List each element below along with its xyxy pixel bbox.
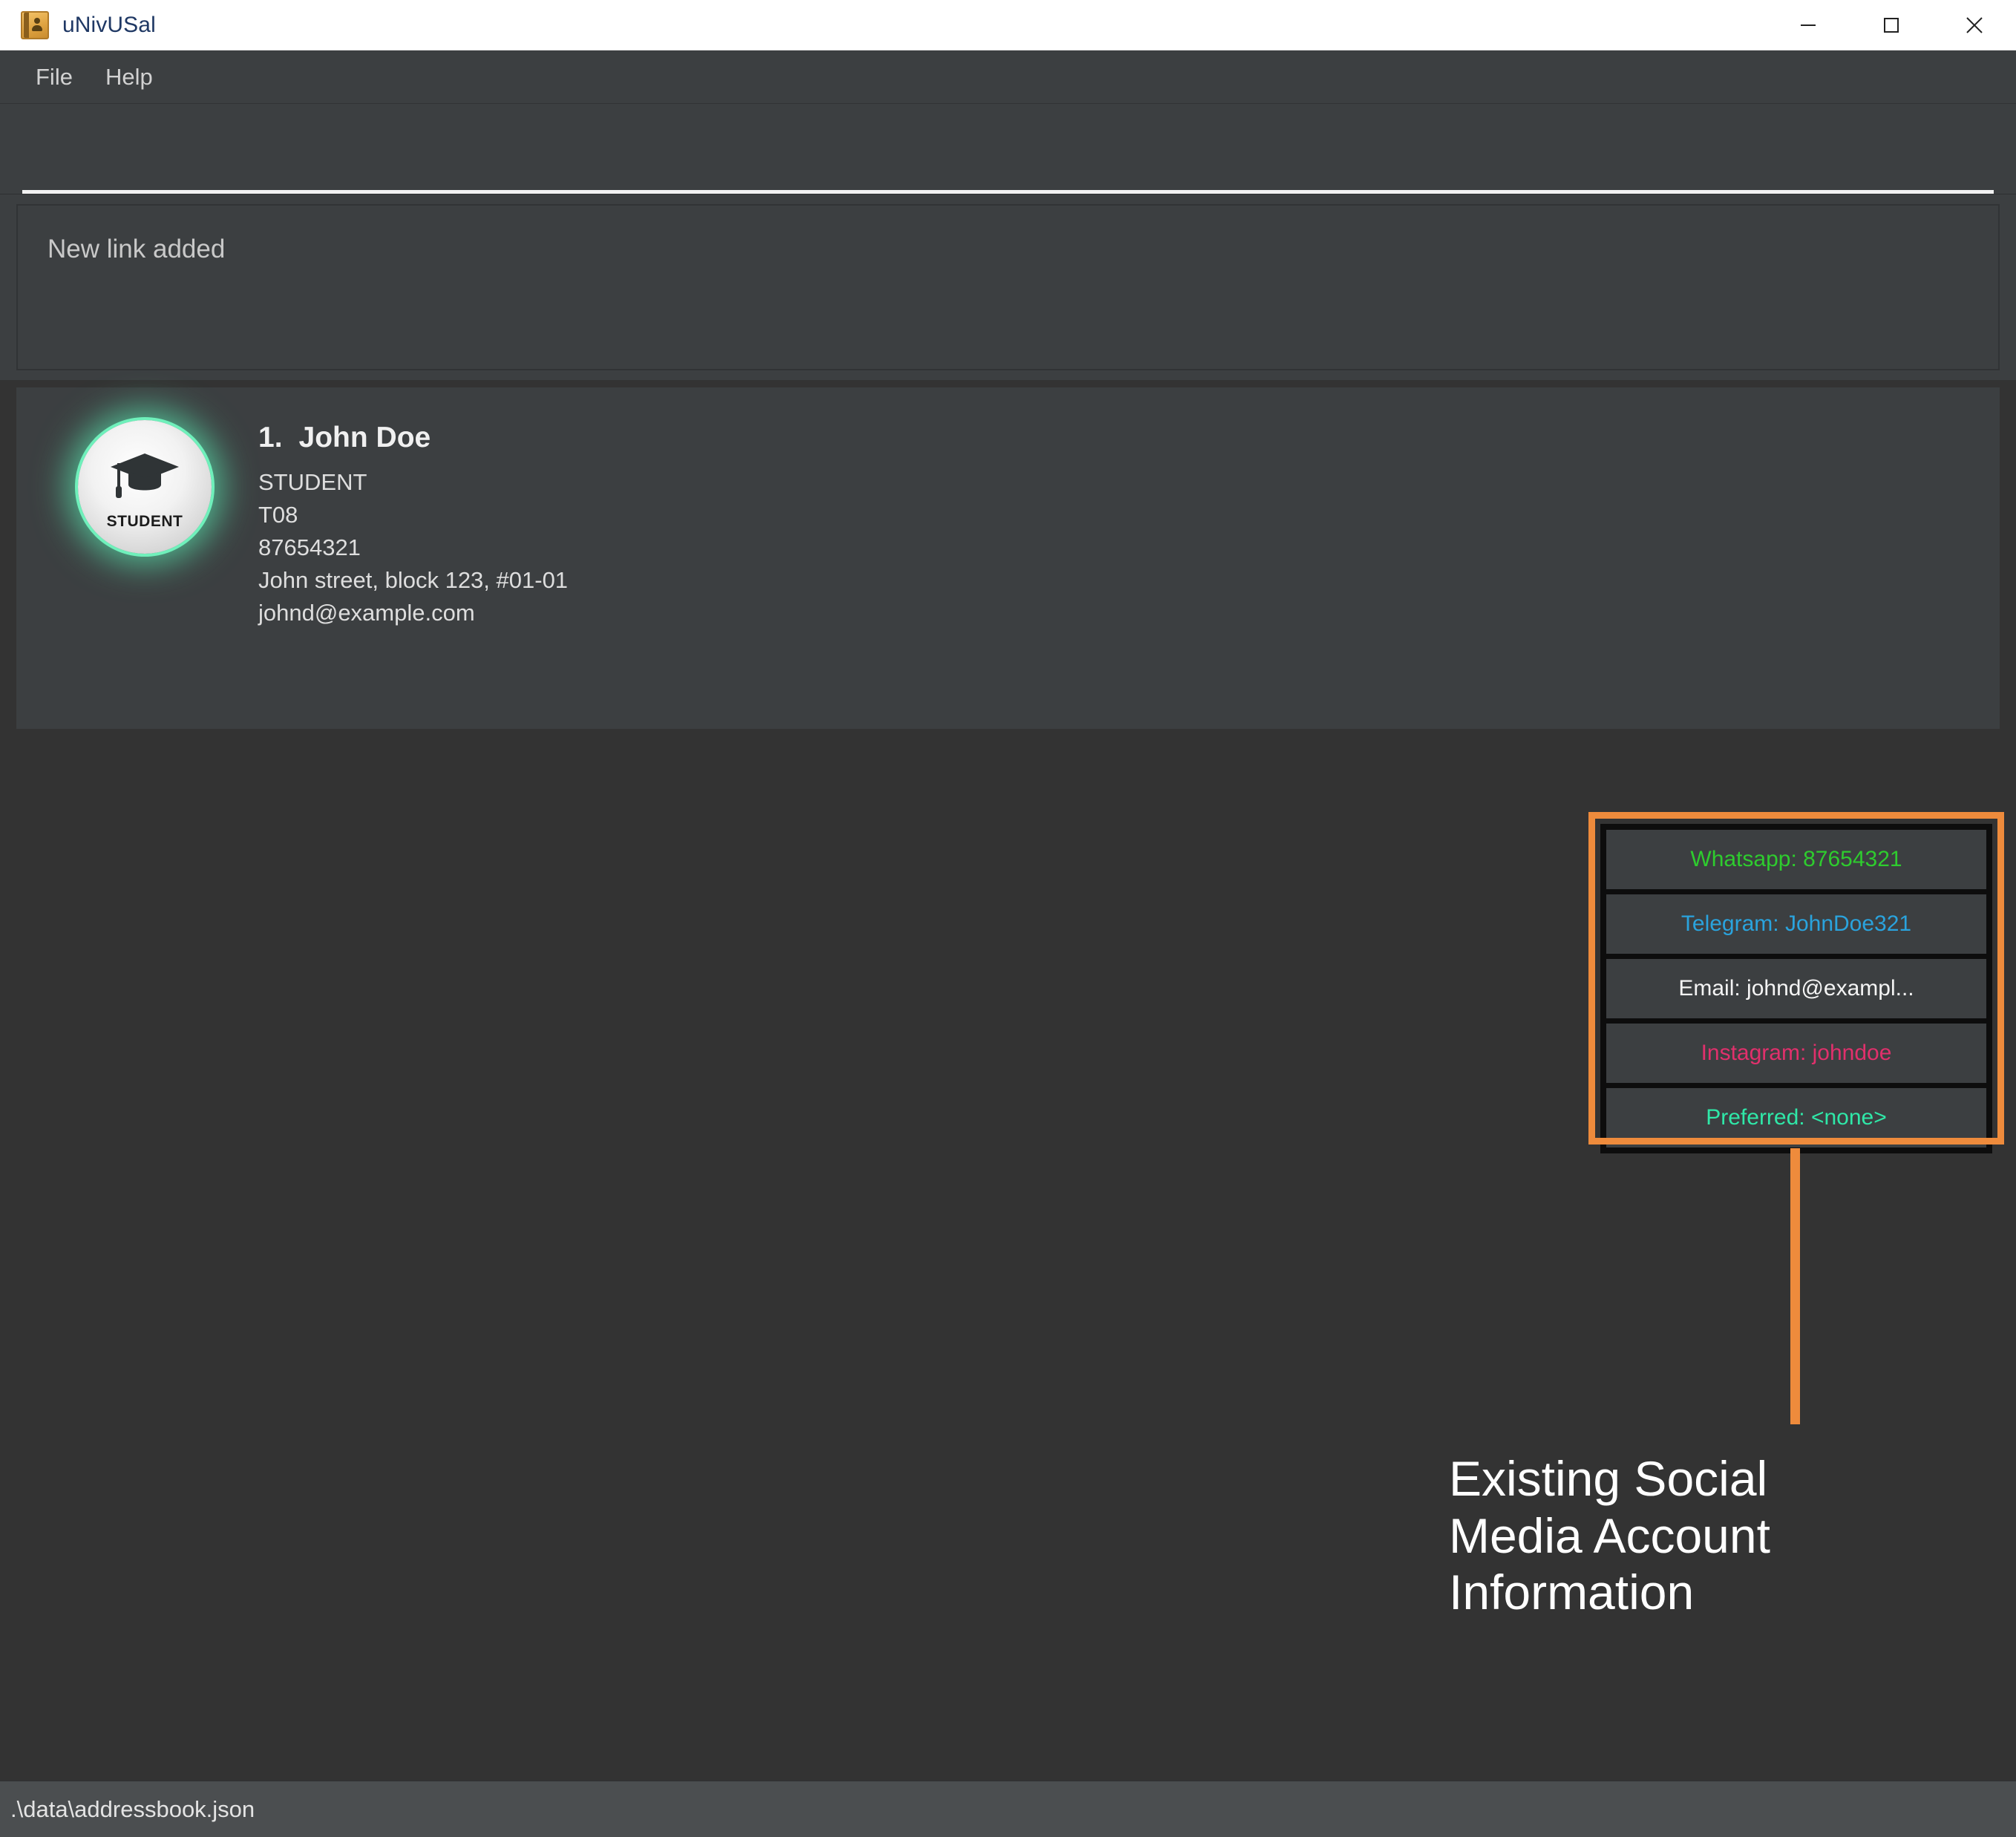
social-pill-telegram[interactable]: Telegram: JohnDoe321 — [1606, 894, 1986, 954]
person-field-email: johnd@example.com — [258, 600, 475, 626]
person-card[interactable]: STUDENT 1. John Doe STUDENT T08 87654321… — [16, 387, 2000, 729]
social-pill-email[interactable]: Email: johnd@exampl... — [1606, 959, 1986, 1018]
menu-item-help[interactable]: Help — [89, 56, 169, 98]
person-details: 1. John Doe STUDENT T08 87654321 John st… — [252, 408, 1982, 629]
window-controls — [1767, 0, 2016, 50]
person-glyph — [32, 18, 43, 32]
window-title: uNivUSal — [62, 12, 156, 37]
avatar: STUDENT — [78, 420, 212, 554]
status-bar-path: .\data\addressbook.json — [10, 1795, 255, 1822]
menu-item-file[interactable]: File — [19, 56, 89, 98]
result-display-box: New link added — [16, 204, 2000, 370]
person-field-id: T08 — [258, 502, 298, 528]
social-media-group: Whatsapp: 87654321 Telegram: JohnDoe321 … — [1600, 824, 1992, 1153]
person-list-panel: STUDENT 1. John Doe STUDENT T08 87654321… — [0, 380, 2016, 1781]
title-bar-left: uNivUSal — [0, 10, 156, 39]
annotation-label: Existing Social Media Account Informatio… — [1449, 1451, 1770, 1620]
graduation-cap-icon — [111, 453, 179, 498]
person-index: 1. — [258, 422, 283, 453]
social-pill-instagram[interactable]: Instagram: johndoe — [1606, 1024, 1986, 1083]
maximize-button[interactable] — [1850, 0, 1933, 50]
result-message: New link added — [48, 235, 226, 263]
annotation-connector-line — [1790, 1148, 1800, 1424]
application-window: uNivUSal File Help New link added STUDEN… — [0, 0, 2016, 1837]
status-bar: .\data\addressbook.json — [0, 1781, 2016, 1837]
title-bar: uNivUSal — [0, 0, 2016, 50]
minimize-button[interactable] — [1767, 0, 1850, 50]
person-field-address: John street, block 123, #01-01 — [258, 567, 569, 594]
person-name-row: 1. John Doe — [258, 422, 1982, 454]
person-field-phone: 87654321 — [258, 534, 361, 561]
menu-bar: File Help — [0, 50, 2016, 104]
addressbook-icon — [21, 10, 49, 39]
person-field-tag: STUDENT — [258, 469, 367, 495]
avatar-container: STUDENT — [37, 408, 252, 554]
command-box-container — [0, 104, 2016, 194]
result-display-container: New link added — [0, 194, 2016, 380]
command-input[interactable] — [22, 104, 1994, 194]
social-pill-preferred[interactable]: Preferred: <none> — [1606, 1088, 1986, 1147]
person-name: John Doe — [298, 422, 431, 453]
social-pill-whatsapp[interactable]: Whatsapp: 87654321 — [1606, 830, 1986, 889]
close-button[interactable] — [1933, 0, 2016, 50]
avatar-label: STUDENT — [106, 513, 183, 530]
